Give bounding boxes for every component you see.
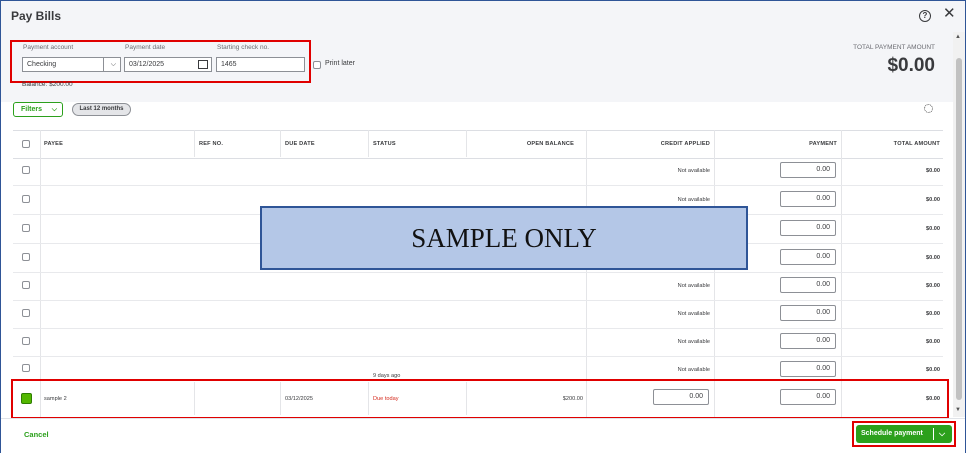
filters-button[interactable]: Filters ⌵ <box>13 102 63 117</box>
payment-input[interactable]: 0.00 <box>780 249 836 265</box>
col-due-date[interactable]: DUE DATE <box>285 131 315 158</box>
select-divider <box>103 58 104 71</box>
chevron-down-icon[interactable]: ⌵ <box>939 425 945 443</box>
row-open-balance: $200.00 <box>562 396 583 402</box>
payment-account-select[interactable]: Checking ⌵ <box>22 57 121 72</box>
row-status: 9 days ago <box>373 373 401 379</box>
row-credit: Not available <box>677 311 710 317</box>
row-checkbox[interactable] <box>22 166 30 174</box>
button-separator <box>933 428 934 440</box>
col-open-balance[interactable]: OPEN BALANCE <box>468 131 574 158</box>
scroll-down-icon[interactable]: ▼ <box>955 407 961 413</box>
row-checkbox[interactable] <box>22 364 30 372</box>
payment-account-value: Checking <box>27 61 57 68</box>
row-status: Due today <box>373 396 399 402</box>
table-row[interactable]: Not available 0.00 $0.00 <box>13 300 943 329</box>
table-row[interactable]: Not available 0.00 $0.00 <box>13 328 943 357</box>
row-total: $0.00 <box>926 197 940 203</box>
schedule-payment-label: Schedule payment <box>861 430 923 437</box>
col-divider <box>194 130 195 157</box>
col-divider <box>368 130 369 157</box>
total-payment-label: TOTAL PAYMENT AMOUNT <box>853 44 935 51</box>
print-later-label: Print later <box>325 60 355 67</box>
col-payee[interactable]: PAYEE <box>44 131 63 158</box>
scroll-up-icon[interactable]: ▲ <box>955 34 961 40</box>
row-checkbox[interactable] <box>22 281 30 289</box>
payment-input[interactable]: 0.00 <box>780 162 836 178</box>
calendar-icon[interactable] <box>198 60 208 69</box>
payment-date-field[interactable]: 03/12/2025 <box>124 57 212 72</box>
row-credit: Not available <box>677 168 710 174</box>
payment-account-label: Payment account <box>23 44 74 51</box>
row-checkbox[interactable] <box>22 337 30 345</box>
sample-watermark: SAMPLE ONLY <box>260 206 748 270</box>
row-checkbox[interactable] <box>22 195 30 203</box>
payment-input[interactable]: 0.00 <box>780 191 836 207</box>
table-header: PAYEE REF NO. DUE DATE STATUS OPEN BALAN… <box>13 130 943 159</box>
table-row[interactable]: Not available 0.00 $0.00 <box>13 272 943 301</box>
col-divider <box>280 130 281 157</box>
col-ref-no[interactable]: REF NO. <box>199 131 223 158</box>
scrollbar-thumb[interactable] <box>956 58 962 400</box>
col-divider <box>194 382 195 415</box>
date-filter-pill[interactable]: Last 12 months <box>72 103 131 116</box>
row-payee: sample 2 <box>44 396 67 402</box>
credit-applied-input[interactable]: 0.00 <box>653 389 709 405</box>
close-icon[interactable]: ✕ <box>943 6 956 21</box>
payment-input[interactable]: 0.00 <box>780 220 836 236</box>
filters-label: Filters <box>21 106 43 113</box>
payment-input[interactable]: 0.00 <box>780 305 836 321</box>
row-total: $0.00 <box>926 367 940 373</box>
payment-date-value: 03/12/2025 <box>129 61 165 68</box>
col-total-amount[interactable]: TOTAL AMOUNT <box>843 131 940 158</box>
row-credit: Not available <box>677 197 710 203</box>
row-total: $0.00 <box>926 311 940 317</box>
row-checkbox[interactable] <box>22 253 30 261</box>
total-payment-value: $0.00 <box>887 55 935 76</box>
row-checkbox[interactable] <box>22 309 30 317</box>
col-payment[interactable]: PAYMENT <box>717 131 837 158</box>
cancel-button[interactable]: Cancel <box>24 430 49 439</box>
chevron-down-icon: ⌵ <box>110 61 116 68</box>
payment-date-label: Payment date <box>125 44 166 51</box>
col-divider <box>466 382 467 415</box>
payment-input[interactable]: 0.00 <box>780 333 836 349</box>
col-divider <box>368 382 369 415</box>
schedule-payment-button[interactable]: Schedule payment ⌵ <box>856 425 952 443</box>
starting-check-value: 1465 <box>221 61 237 68</box>
col-credit-applied[interactable]: CREDIT APPLIED <box>591 131 710 158</box>
table-row[interactable]: 9 days ago Not available 0.00 $0.00 <box>13 356 943 381</box>
row-total: $0.00 <box>926 168 940 174</box>
row-total: $0.00 <box>926 339 940 345</box>
table-row-selected[interactable]: sample 2 03/12/2025 Due today $200.00 0.… <box>13 382 943 415</box>
col-status[interactable]: STATUS <box>373 131 396 158</box>
row-credit: Not available <box>677 283 710 289</box>
account-balance: Balance: $200.00 <box>22 81 73 88</box>
row-credit: Not available <box>677 339 710 345</box>
row-total: $0.00 <box>926 283 940 289</box>
row-checkbox-checked[interactable] <box>21 393 32 404</box>
payment-input[interactable]: 0.00 <box>780 389 836 405</box>
footer-bar <box>1 418 965 453</box>
print-later-checkbox[interactable] <box>313 61 321 69</box>
payment-input[interactable]: 0.00 <box>780 277 836 293</box>
row-total: $0.00 <box>926 396 940 402</box>
col-divider <box>280 382 281 415</box>
row-total: $0.00 <box>926 255 940 261</box>
starting-check-label: Starting check no. <box>217 44 270 51</box>
dialog-title: Pay Bills <box>11 9 62 23</box>
starting-check-input[interactable]: 1465 <box>216 57 305 72</box>
payment-input[interactable]: 0.00 <box>780 361 836 377</box>
table-row[interactable]: Not available 0.00 $0.00 <box>13 157 943 186</box>
row-due-date: 03/12/2025 <box>285 396 313 402</box>
chevron-down-icon: ⌵ <box>51 106 57 113</box>
gear-icon[interactable] <box>924 104 933 113</box>
row-credit: Not available <box>677 367 710 373</box>
select-all-checkbox[interactable] <box>22 140 30 148</box>
row-total: $0.00 <box>926 226 940 232</box>
help-icon[interactable]: ? <box>919 10 931 22</box>
col-divider <box>466 130 467 157</box>
title-bar: Pay Bills <box>1 1 965 33</box>
row-checkbox[interactable] <box>22 224 30 232</box>
